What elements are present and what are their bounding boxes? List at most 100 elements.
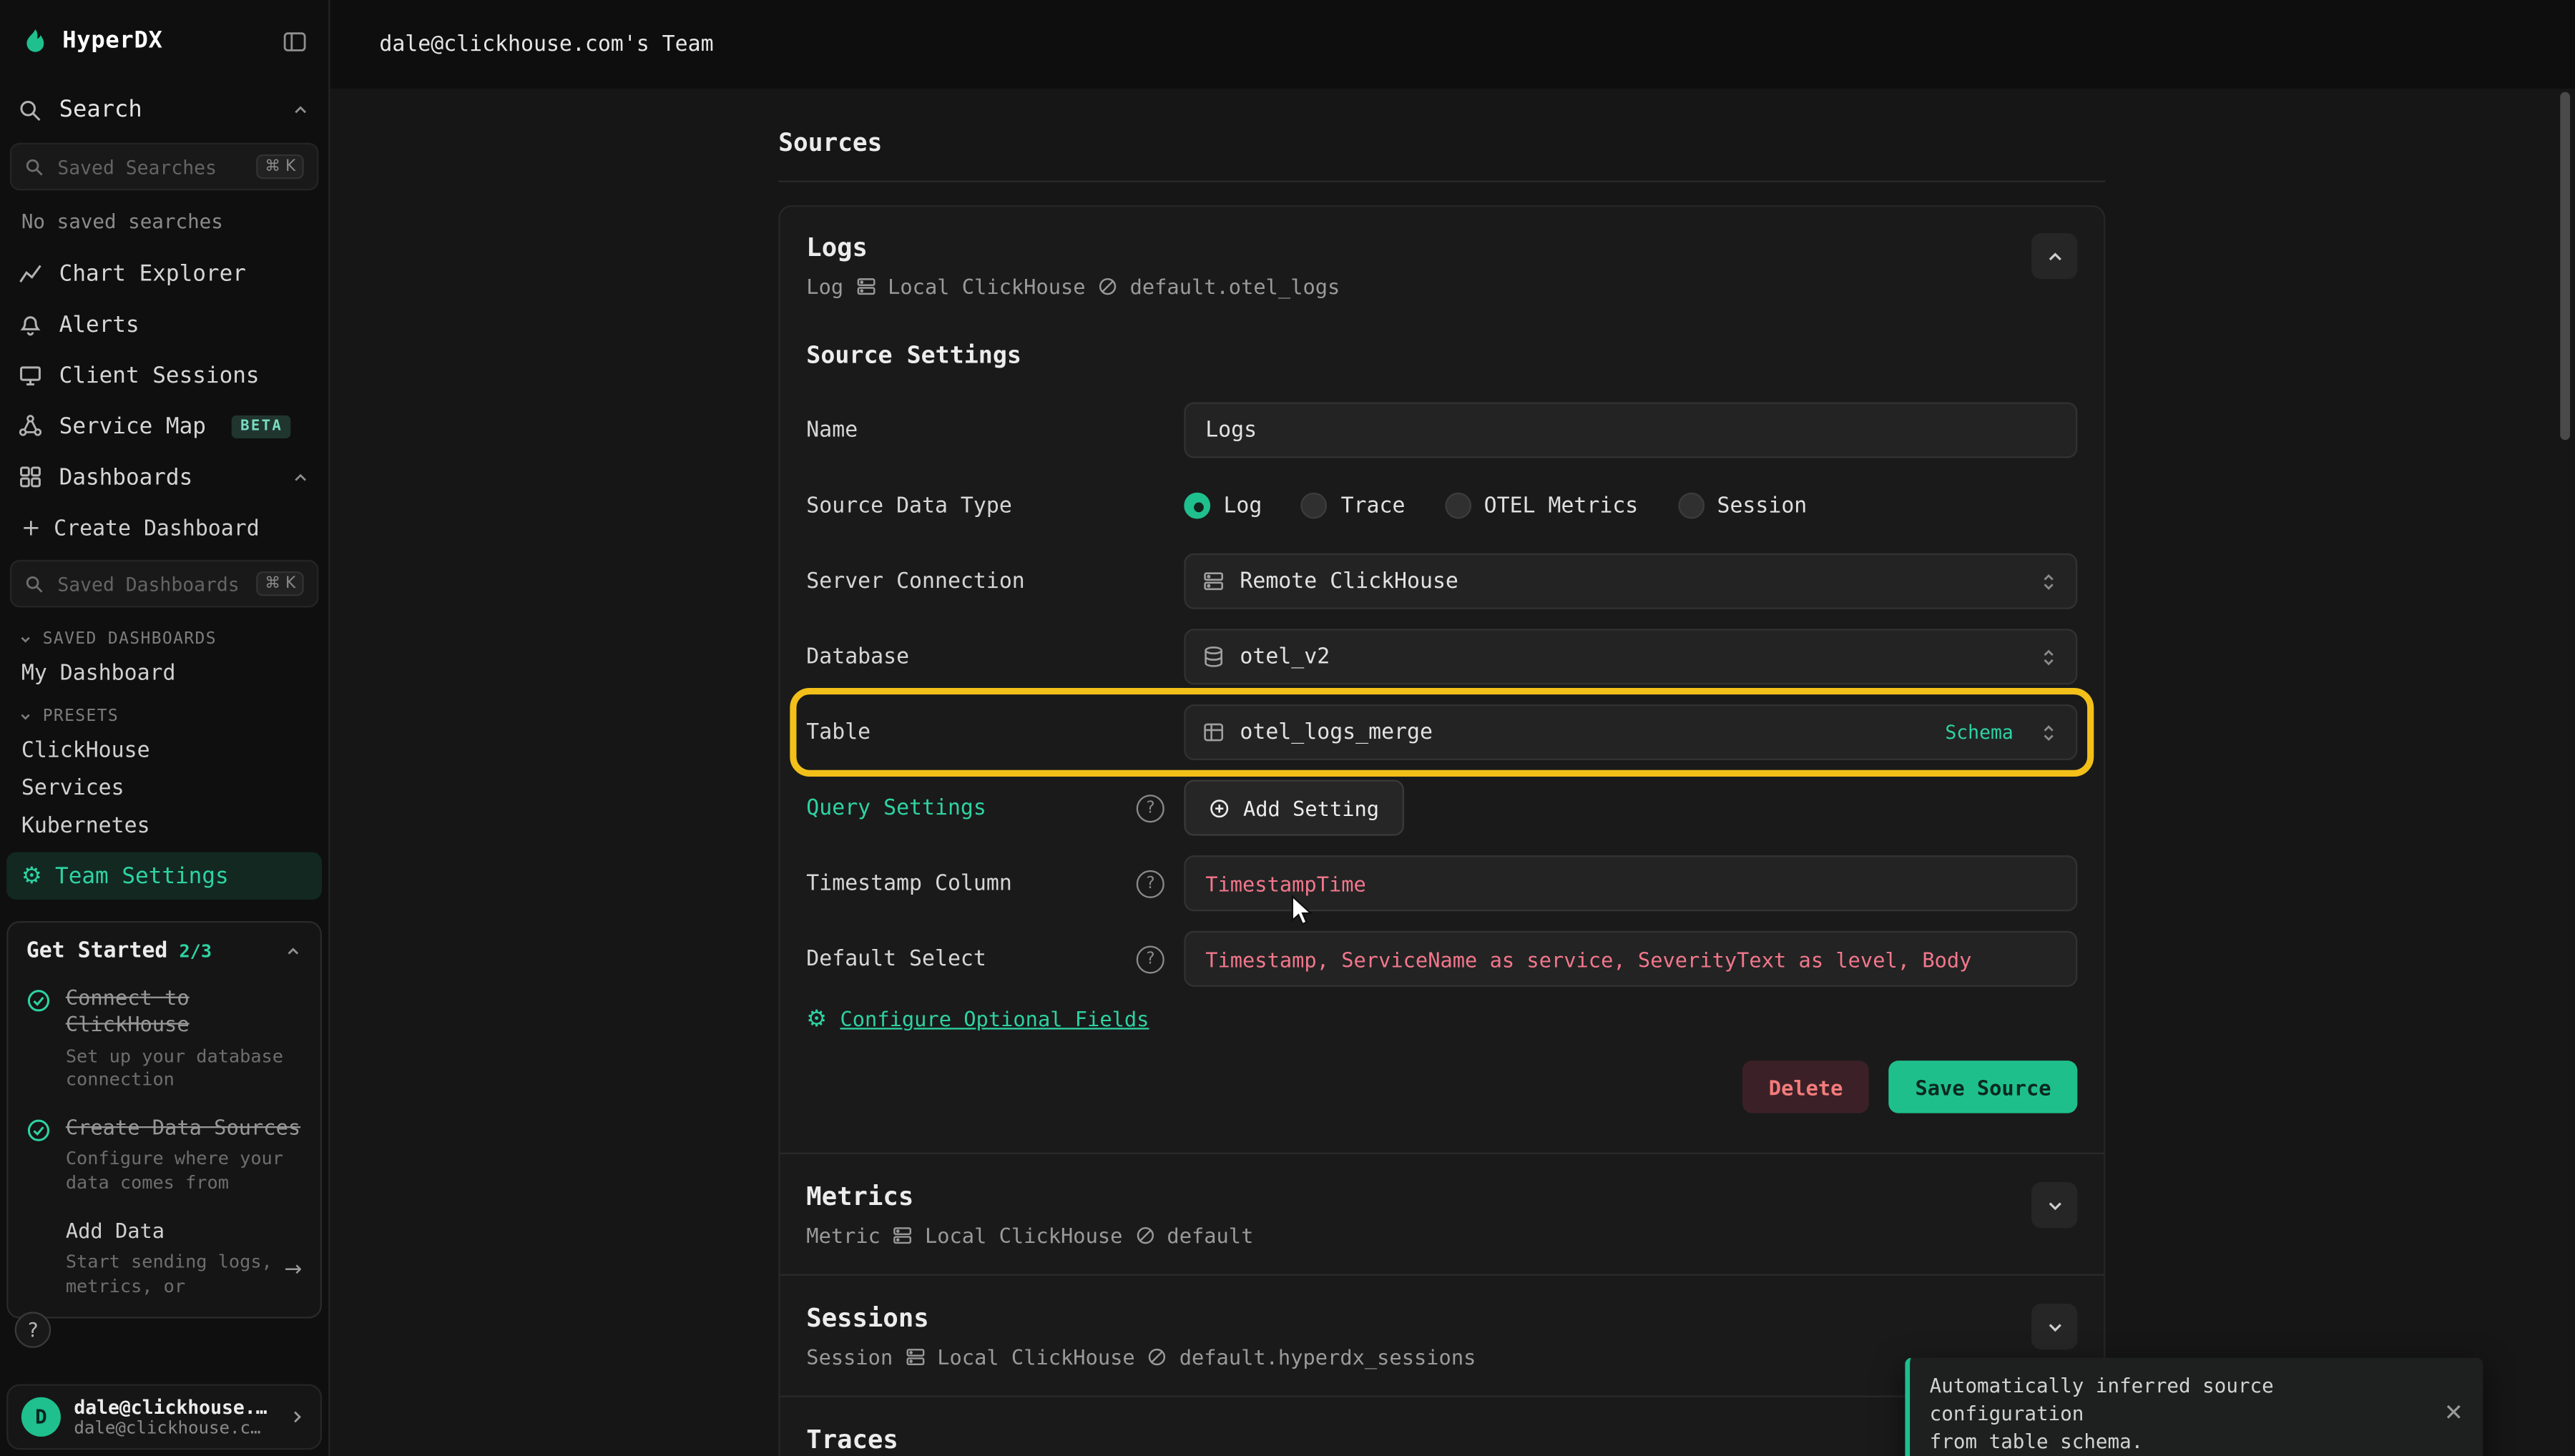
default-select-row: Default Select ? bbox=[806, 931, 2077, 987]
get-started-step-connect[interactable]: Connect to ClickHouse Set up your databa… bbox=[26, 985, 303, 1094]
select-caret-icon bbox=[2038, 722, 2059, 743]
dashboards-grid-icon bbox=[18, 465, 42, 489]
no-saved-searches-text: No saved searches bbox=[0, 199, 328, 248]
source-data-type-label: Source Data Type bbox=[806, 493, 1012, 518]
chevron-down-icon bbox=[2044, 1316, 2065, 1337]
chevron-up-icon bbox=[2044, 245, 2065, 267]
chevron-up-icon[interactable] bbox=[290, 467, 310, 487]
help-button[interactable]: ? bbox=[15, 1312, 52, 1348]
chevron-up-icon[interactable] bbox=[290, 100, 310, 120]
user-menu[interactable]: D dale@clickhouse.… dale@clickhouse.c… bbox=[6, 1384, 322, 1450]
table-ref-icon bbox=[1147, 1347, 1168, 1368]
metrics-title: Metrics bbox=[806, 1182, 1253, 1211]
server-connection-value: Remote ClickHouse bbox=[1240, 569, 1458, 594]
database-row: Database otel_v2 bbox=[806, 629, 2077, 684]
radio-session[interactable]: Session bbox=[1677, 493, 1807, 519]
chevron-up-icon[interactable] bbox=[284, 943, 302, 960]
sidebar-item-dashboards[interactable]: Dashboards bbox=[0, 451, 328, 502]
create-dashboard-button[interactable]: + Create Dashboard bbox=[0, 503, 328, 555]
get-started-step-sources[interactable]: Create Data Sources Configure where your… bbox=[26, 1115, 303, 1197]
beta-badge: BETA bbox=[232, 415, 291, 438]
select-caret-icon bbox=[2038, 646, 2059, 667]
saved-searches-search[interactable]: ⌘ K bbox=[10, 143, 319, 191]
name-field-row: Name bbox=[806, 402, 2077, 458]
help-icon[interactable]: ? bbox=[1137, 870, 1164, 897]
traces-source-row: Traces Trace Remote ClickHouse bbox=[806, 1397, 2077, 1456]
help-icon[interactable]: ? bbox=[1137, 945, 1164, 973]
top-bar: dale@clickhouse.com's Team bbox=[330, 0, 2574, 89]
saved-searches-input[interactable] bbox=[54, 154, 247, 180]
radio-otel-metrics[interactable]: OTEL Metrics bbox=[1445, 493, 1639, 519]
team-title: dale@clickhouse.com's Team bbox=[379, 32, 713, 56]
sidebar-item-search[interactable]: Search bbox=[0, 82, 328, 138]
sidebar-item-my-dashboard[interactable]: My Dashboard bbox=[0, 655, 328, 693]
server-icon bbox=[904, 1347, 926, 1368]
team-settings-label: Team Settings bbox=[55, 862, 229, 889]
nav-label: Chart Explorer bbox=[59, 260, 246, 287]
sessions-source-row: Sessions Session Local ClickHouse bbox=[806, 1276, 2077, 1396]
arrow-right-icon: → bbox=[284, 1258, 302, 1282]
sidebar-item-clickhouse[interactable]: ClickHouse bbox=[0, 732, 328, 770]
name-input[interactable] bbox=[1184, 402, 2077, 458]
avatar: D bbox=[21, 1397, 61, 1437]
content-area: Sources Logs Log Local ClickHou bbox=[330, 89, 2574, 1456]
metrics-source-row: Metrics Metric Local ClickHouse bbox=[806, 1154, 2077, 1274]
page-title: Sources bbox=[778, 128, 2105, 157]
scrollbar[interactable] bbox=[2560, 92, 2570, 441]
select-caret-icon bbox=[2038, 571, 2059, 592]
schema-link[interactable]: Schema bbox=[1945, 721, 2013, 744]
sidebar-item-services[interactable]: Services bbox=[0, 770, 328, 808]
saved-dashboards-group[interactable]: SAVED DASHBOARDS bbox=[0, 616, 328, 655]
sidebar-item-service-map[interactable]: Service Map BETA bbox=[0, 400, 328, 451]
check-circle-icon bbox=[26, 1115, 53, 1197]
presets-group[interactable]: PRESETS bbox=[0, 693, 328, 732]
toast-line-1: Automatically inferred source configurat… bbox=[1930, 1372, 2428, 1427]
timestamp-column-input[interactable] bbox=[1184, 855, 2077, 911]
sidebar-item-alerts[interactable]: Alerts bbox=[0, 299, 328, 350]
database-select[interactable]: otel_v2 bbox=[1184, 629, 2077, 684]
expand-sessions-button[interactable] bbox=[2031, 1304, 2077, 1349]
table-select[interactable]: otel_logs_merge Schema bbox=[1184, 704, 2077, 760]
radio-trace[interactable]: Trace bbox=[1301, 493, 1405, 519]
chevron-down-icon bbox=[18, 632, 33, 647]
add-setting-button[interactable]: Add Setting bbox=[1184, 780, 1403, 836]
service-map-icon bbox=[18, 414, 42, 438]
table-row-highlighted: Table otel_logs_merge Schema bbox=[806, 704, 2077, 760]
saved-dashboards-search[interactable]: ⌘ K bbox=[10, 560, 319, 608]
source-settings-title: Source Settings bbox=[806, 343, 2077, 370]
search-nav-label: Search bbox=[59, 97, 142, 123]
configure-optional-fields-link[interactable]: Configure Optional Fields bbox=[840, 1006, 1149, 1030]
name-label: Name bbox=[806, 418, 858, 442]
gear-icon: ⚙ bbox=[21, 865, 42, 887]
server-icon bbox=[892, 1225, 913, 1246]
table-ref-icon bbox=[1097, 276, 1119, 297]
help-icon[interactable]: ? bbox=[1137, 794, 1164, 822]
delete-button[interactable]: Delete bbox=[1742, 1061, 1869, 1113]
plus-icon: + bbox=[21, 516, 41, 542]
actions-row: Delete Save Source bbox=[806, 1061, 2077, 1113]
sidebar-item-client-sessions[interactable]: Client Sessions bbox=[0, 350, 328, 400]
close-icon[interactable]: ✕ bbox=[2444, 1401, 2463, 1427]
nav-label: Client Sessions bbox=[59, 362, 260, 388]
get-started-step-add-data[interactable]: Add Data Start sending logs, metrics, or… bbox=[26, 1219, 303, 1301]
collapse-logs-button[interactable] bbox=[2031, 233, 2077, 279]
radio-log[interactable]: Log bbox=[1184, 493, 1262, 519]
sessions-title: Sessions bbox=[806, 1304, 1476, 1333]
sidebar-item-chart-explorer[interactable]: Chart Explorer bbox=[0, 248, 328, 299]
sidebar-item-kubernetes[interactable]: Kubernetes bbox=[0, 808, 328, 846]
magnifier-icon bbox=[24, 574, 44, 594]
sources-card: Logs Log Local ClickHouse defau bbox=[778, 205, 2105, 1456]
nav-label: Alerts bbox=[59, 311, 139, 338]
collapse-sidebar-button[interactable] bbox=[283, 29, 307, 53]
default-select-input[interactable] bbox=[1184, 931, 2077, 987]
timestamp-column-row: Timestamp Column ? bbox=[806, 855, 2077, 911]
radio-dot bbox=[1301, 493, 1328, 519]
server-connection-select[interactable]: Remote ClickHouse bbox=[1184, 554, 2077, 609]
shortcut-badge: ⌘ K bbox=[257, 571, 304, 596]
expand-metrics-button[interactable] bbox=[2031, 1182, 2077, 1228]
radio-dot bbox=[1677, 493, 1704, 519]
saved-dashboards-input[interactable] bbox=[54, 571, 247, 597]
search-icon bbox=[18, 98, 42, 122]
save-source-button[interactable]: Save Source bbox=[1889, 1061, 2078, 1113]
sidebar-item-team-settings[interactable]: ⚙ Team Settings bbox=[6, 852, 322, 900]
